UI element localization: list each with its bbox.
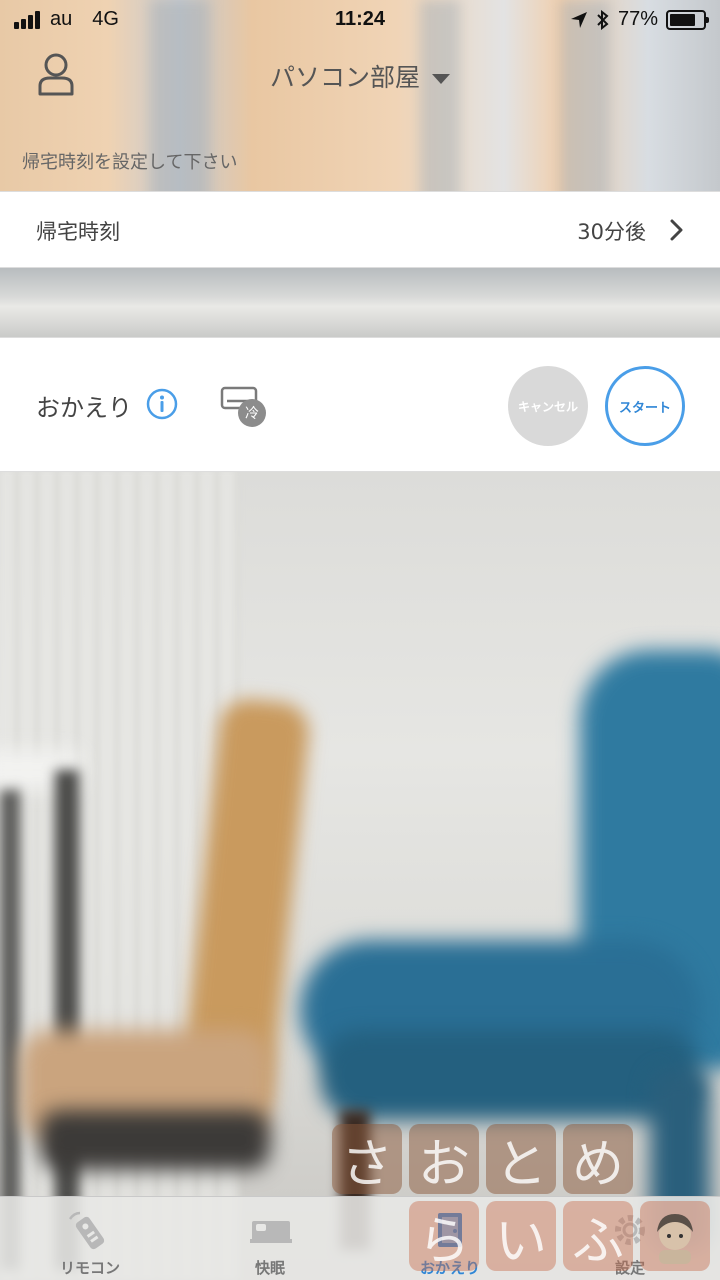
aircon-mode-icon: 冷 (220, 386, 270, 428)
start-button[interactable]: スタート (605, 366, 685, 446)
header: パソコン部屋 (0, 40, 720, 110)
info-icon[interactable] (146, 388, 178, 420)
ac-mode-badge: 冷 (245, 406, 259, 422)
tab-remote[interactable]: リモコン (0, 1197, 180, 1280)
caret-down-icon (432, 74, 450, 84)
hint-text: 帰宅時刻を設定して下さい (22, 152, 238, 173)
status-right: 77% (570, 8, 709, 31)
okaeri-panel: おかえり 冷 キャンセル スタート (0, 337, 720, 472)
room-title: パソコン部屋 (269, 63, 420, 92)
watermark-char: お (409, 1124, 479, 1195)
tab-label: 快眠 (254, 1259, 285, 1277)
battery-fill (670, 13, 695, 26)
watermark-avatar (640, 1201, 710, 1271)
watermark-char: め (563, 1124, 633, 1195)
location-arrow-icon (570, 11, 587, 28)
remote-icon (68, 1211, 105, 1250)
return-time-row[interactable]: 帰宅時刻 30分後 (0, 191, 720, 268)
cancel-button[interactable]: キャンセル (508, 366, 588, 446)
bluetooth-icon (597, 9, 609, 30)
background-strip (0, 268, 720, 338)
battery-icon (666, 9, 709, 30)
watermark-char: と (486, 1124, 556, 1195)
return-time-value: 30分後 (577, 220, 646, 244)
watermark-char: ふ (563, 1201, 633, 1272)
status-bar: au 4G 11:24 77% (0, 0, 720, 40)
room-selector[interactable]: パソコン部屋 (0, 58, 720, 94)
battery-percent: 77% (617, 8, 658, 30)
watermark-char: ら (409, 1201, 479, 1272)
okaeri-label: おかえり (36, 394, 132, 422)
return-time-label: 帰宅時刻 (36, 220, 120, 244)
bed-icon (250, 1221, 292, 1243)
watermark-char: い (486, 1201, 556, 1272)
chevron-right-icon (670, 219, 683, 241)
tab-label: リモコン (59, 1259, 120, 1277)
watermark-char: さ (332, 1124, 402, 1195)
tab-sleep[interactable]: 快眠 (180, 1197, 360, 1280)
